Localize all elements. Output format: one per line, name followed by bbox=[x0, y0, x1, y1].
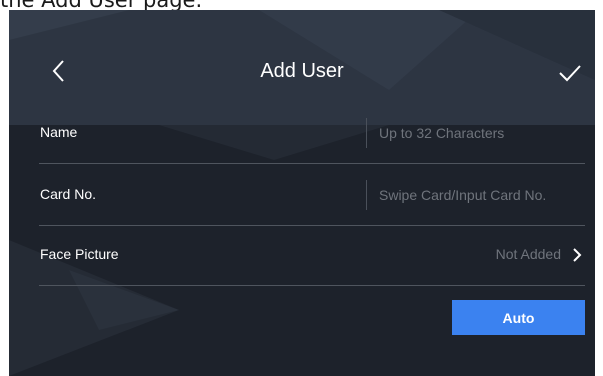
face-picture-status: Not Added bbox=[495, 246, 561, 262]
field-separator bbox=[366, 180, 367, 210]
name-label: Name bbox=[40, 124, 78, 140]
page-title: Add User bbox=[260, 60, 344, 82]
field-separator bbox=[366, 118, 367, 148]
card-no-label: Card No. bbox=[40, 186, 97, 202]
name-row: Name bbox=[39, 106, 593, 164]
name-input[interactable] bbox=[371, 118, 593, 148]
chevron-right-icon[interactable] bbox=[571, 247, 583, 263]
face-picture-label: Face Picture bbox=[40, 246, 119, 262]
card-no-row: Card No. bbox=[39, 168, 593, 226]
check-icon[interactable] bbox=[557, 62, 583, 84]
row-divider bbox=[39, 225, 585, 226]
auto-button[interactable]: Auto bbox=[452, 300, 585, 335]
card-no-input[interactable] bbox=[371, 180, 593, 210]
face-picture-row[interactable]: Face Picture Not Added bbox=[39, 228, 585, 286]
row-divider bbox=[39, 285, 585, 286]
row-divider bbox=[39, 163, 585, 164]
add-user-screen: Add User Name Card No. Face Picture Not … bbox=[9, 10, 595, 376]
